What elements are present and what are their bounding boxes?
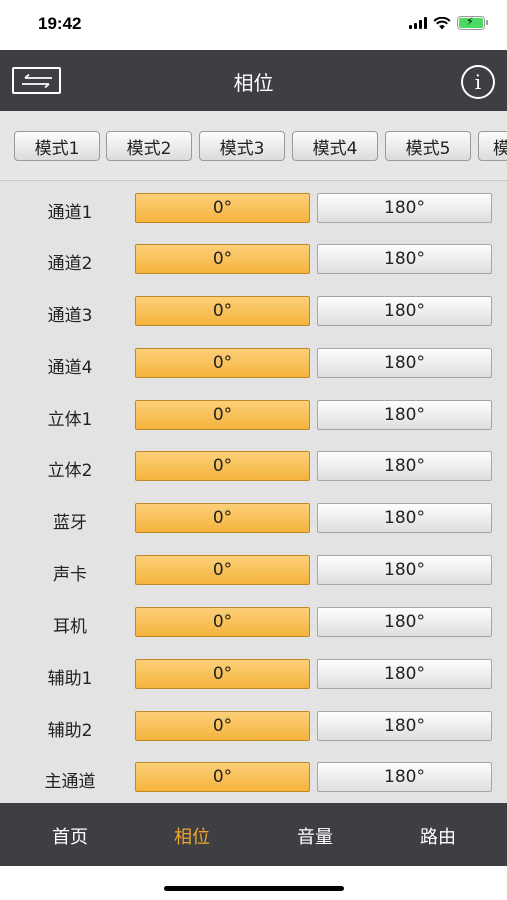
- phase-0-button[interactable]: 0°: [135, 400, 310, 430]
- channel-label: 通道3: [47, 306, 93, 326]
- phase-180-button[interactable]: 180°: [317, 762, 492, 792]
- home-indicator-area: [0, 866, 507, 900]
- page-title: 相位: [233, 71, 274, 95]
- phase-0-button[interactable]: 0°: [135, 348, 310, 378]
- phase-channel-list: 通道1 0° 180° 通道2 0° 180° 通道3 0° 180° 通道4 …: [0, 181, 507, 803]
- channel-label: 耳机: [53, 617, 87, 637]
- channel-label: 立体2: [47, 461, 93, 481]
- phase-0-button[interactable]: 0°: [135, 503, 310, 533]
- channel-row: 通道1 0° 180°: [0, 193, 507, 223]
- mode-button-1[interactable]: 模式1: [14, 131, 100, 161]
- channel-label: 辅助1: [47, 669, 93, 689]
- phase-0-button[interactable]: 0°: [135, 555, 310, 585]
- channel-row: 通道3 0° 180°: [0, 296, 507, 326]
- phase-0-button[interactable]: 0°: [135, 451, 310, 481]
- phase-0-button[interactable]: 0°: [135, 711, 310, 741]
- channel-label: 通道1: [47, 203, 93, 223]
- phase-0-button[interactable]: 0°: [135, 607, 310, 637]
- info-icon: i: [474, 70, 482, 94]
- channel-label: 立体1: [47, 410, 93, 430]
- phase-180-button[interactable]: 180°: [317, 451, 492, 481]
- phase-180-button[interactable]: 180°: [317, 711, 492, 741]
- phase-0-button[interactable]: 0°: [135, 193, 310, 223]
- tab-volume[interactable]: 音量: [265, 823, 365, 849]
- mode-button-2[interactable]: 模式2: [106, 131, 192, 161]
- phase-180-button[interactable]: 180°: [317, 348, 492, 378]
- channel-row: 通道4 0° 180°: [0, 348, 507, 378]
- phase-0-button[interactable]: 0°: [135, 244, 310, 274]
- channel-row: 蓝牙 0° 180°: [0, 503, 507, 533]
- phase-180-button[interactable]: 180°: [317, 659, 492, 689]
- channel-row: 通道2 0° 180°: [0, 244, 507, 274]
- phase-0-button[interactable]: 0°: [135, 762, 310, 792]
- phase-0-button[interactable]: 0°: [135, 296, 310, 326]
- tab-phase[interactable]: 相位: [142, 823, 242, 849]
- channel-label: 蓝牙: [53, 513, 87, 533]
- cellular-signal-icon: [409, 17, 427, 29]
- phase-180-button[interactable]: 180°: [317, 607, 492, 637]
- battery-charging-icon: ⚡: [457, 15, 488, 30]
- channel-label: 通道4: [47, 358, 93, 378]
- channel-row: 辅助2 0° 180°: [0, 711, 507, 741]
- phase-180-button[interactable]: 180°: [317, 296, 492, 326]
- mode-button-3[interactable]: 模式3: [199, 131, 285, 161]
- channel-row: 主通道 0° 180°: [0, 762, 507, 792]
- channel-label: 辅助2: [47, 721, 93, 741]
- mode-strip[interactable]: 模式1 模式2 模式3 模式4 模式5 模: [0, 111, 507, 181]
- channel-row: 立体2 0° 180°: [0, 451, 507, 481]
- tab-home[interactable]: 首页: [20, 823, 120, 849]
- info-button[interactable]: i: [461, 65, 495, 99]
- status-time: 19:42: [38, 14, 82, 33]
- home-indicator[interactable]: [164, 886, 344, 891]
- mode-button-6[interactable]: 模: [478, 131, 507, 161]
- nav-bar: 相位 i: [0, 50, 507, 111]
- mode-button-4[interactable]: 模式4: [292, 131, 378, 161]
- phase-0-button[interactable]: 0°: [135, 659, 310, 689]
- channel-row: 声卡 0° 180°: [0, 555, 507, 585]
- channel-row: 立体1 0° 180°: [0, 400, 507, 430]
- status-icons: ⚡: [409, 15, 488, 30]
- mode-button-5[interactable]: 模式5: [385, 131, 471, 161]
- phase-180-button[interactable]: 180°: [317, 244, 492, 274]
- phase-180-button[interactable]: 180°: [317, 503, 492, 533]
- status-bar: 19:42 ⚡: [0, 0, 507, 50]
- channel-label: 声卡: [53, 565, 87, 585]
- phase-180-button[interactable]: 180°: [317, 400, 492, 430]
- tab-bar: 首页 相位 音量 路由: [0, 803, 507, 866]
- tab-routing[interactable]: 路由: [388, 823, 488, 849]
- channel-label: 通道2: [47, 254, 93, 274]
- phase-180-button[interactable]: 180°: [317, 555, 492, 585]
- channel-row: 耳机 0° 180°: [0, 607, 507, 637]
- channel-label: 主通道: [44, 772, 96, 792]
- channel-row: 辅助1 0° 180°: [0, 659, 507, 689]
- wifi-icon: [433, 16, 451, 29]
- phase-180-button[interactable]: 180°: [317, 193, 492, 223]
